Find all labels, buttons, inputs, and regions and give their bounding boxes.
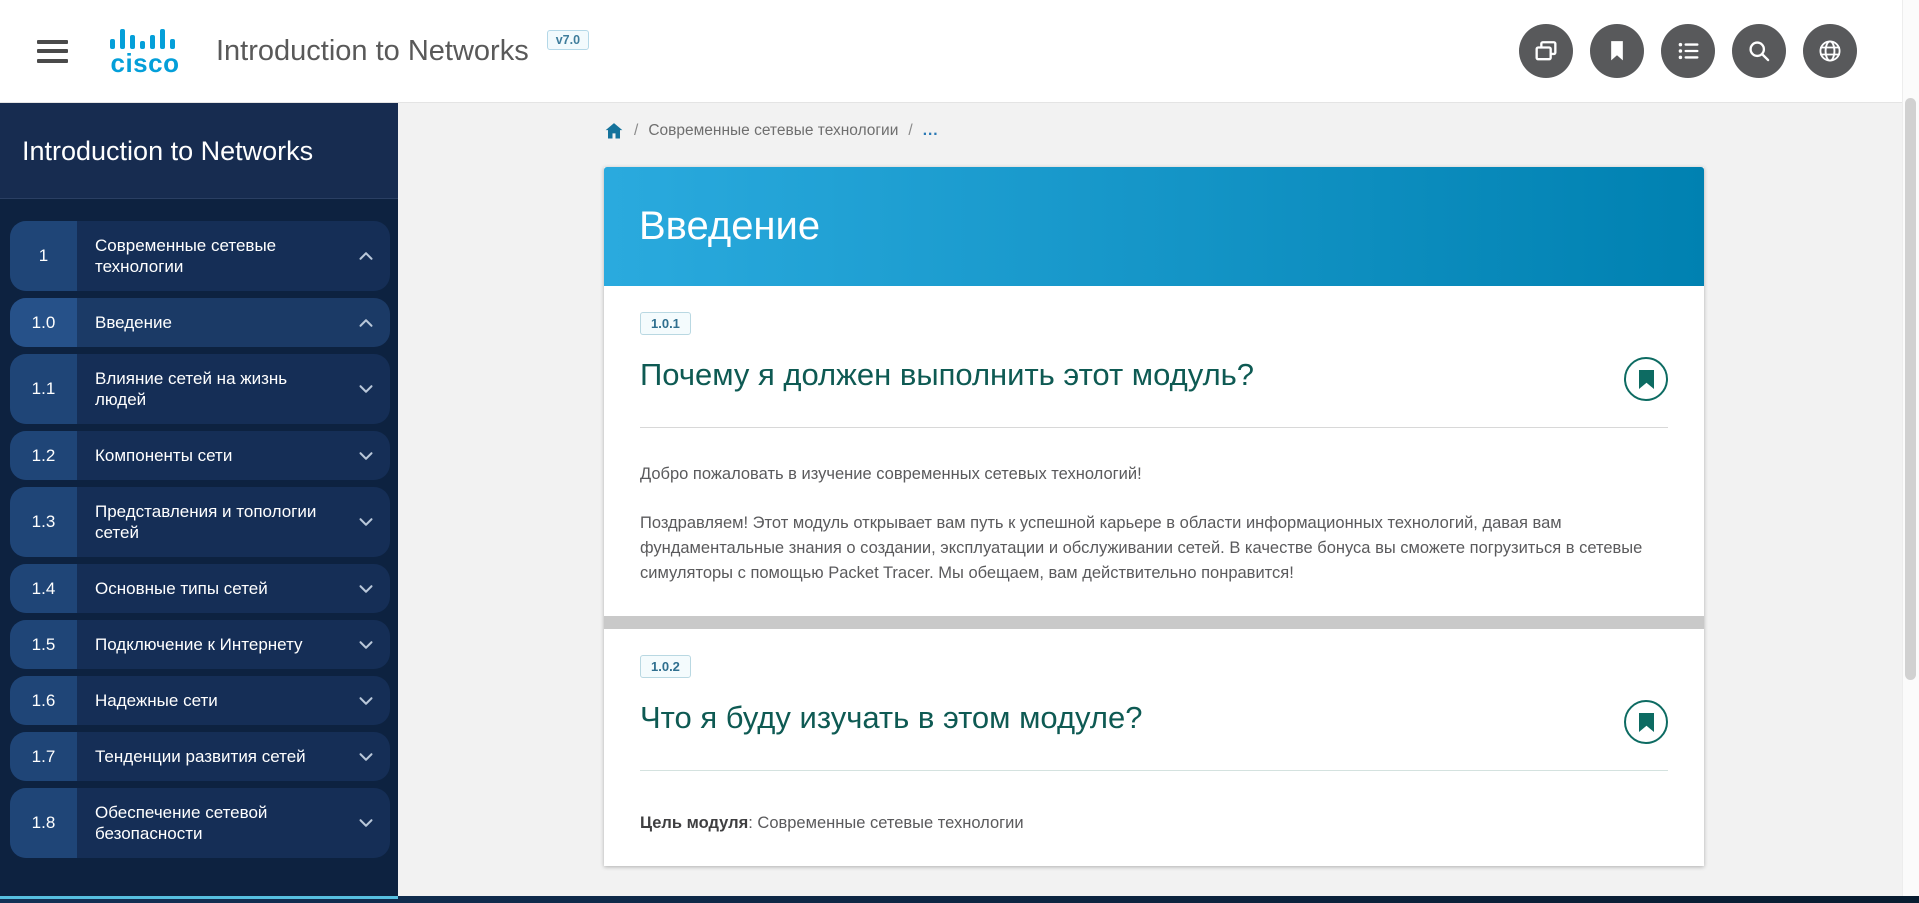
sidebar-item-1.2[interactable]: 1.2Компоненты сети <box>10 431 390 480</box>
bookmark-topic-button[interactable] <box>1624 357 1668 401</box>
item-label: Введение <box>77 298 342 347</box>
item-label: Обеспечение сетевой безопасности <box>77 788 342 858</box>
item-label: Надежные сети <box>77 676 342 725</box>
chevron-down-icon <box>342 620 390 669</box>
breadcrumb-separator: / <box>908 122 912 140</box>
sidebar-item-1.6[interactable]: 1.6Надежные сети <box>10 676 390 725</box>
cisco-wordmark: cisco <box>111 51 180 76</box>
topic-title: Почему я должен выполнить этот модуль? <box>640 357 1254 393</box>
sidebar-item-1.7[interactable]: 1.7Тенденции развития сетей <box>10 732 390 781</box>
lesson-banner-title: Введение <box>639 204 820 249</box>
chevron-down-icon <box>342 487 390 557</box>
sidebar-item-1.1[interactable]: 1.1Влияние сетей на жизнь людей <box>10 354 390 424</box>
item-label: Современные сетевые технологии <box>77 221 342 291</box>
bottom-bar <box>0 896 1919 903</box>
home-icon[interactable] <box>604 121 624 141</box>
item-label: Компоненты сети <box>77 431 342 480</box>
item-number: 1.2 <box>10 431 77 480</box>
chevron-up-icon <box>342 221 390 291</box>
lesson-card: Введение 1.0.1 Почему я должен выполнить… <box>604 167 1704 866</box>
item-number: 1.6 <box>10 676 77 725</box>
list-icon[interactable] <box>1661 24 1715 78</box>
item-number: 1.0 <box>10 298 77 347</box>
item-number: 1.5 <box>10 620 77 669</box>
chevron-down-icon <box>342 564 390 613</box>
bookmark-icon[interactable] <box>1590 24 1644 78</box>
item-number: 1 <box>10 221 77 291</box>
chevron-down-icon <box>342 354 390 424</box>
chevron-down-icon <box>342 431 390 480</box>
chevron-down-icon <box>342 788 390 858</box>
module-goal-label: Цель модуля <box>640 814 748 832</box>
sidebar-items: 1Современные сетевые технологии1.0Введен… <box>0 199 398 858</box>
item-label: Влияние сетей на жизнь людей <box>77 354 342 424</box>
heading-divider <box>640 427 1668 428</box>
app-header: cisco Introduction to Networks v7.0 <box>0 0 1919 103</box>
lesson-banner: Введение <box>604 167 1704 286</box>
item-label: Подключение к Интернету <box>77 620 342 669</box>
sidebar-item-1.8[interactable]: 1.8Обеспечение сетевой безопасности <box>10 788 390 858</box>
header-toolbar <box>1519 24 1857 78</box>
paragraph: Поздравляем! Этот модуль открывает вам п… <box>640 511 1652 586</box>
breadcrumb-separator: / <box>634 122 638 140</box>
course-title: Introduction to Networks <box>216 35 529 68</box>
page-scrollbar[interactable] <box>1902 0 1919 903</box>
item-number: 1.8 <box>10 788 77 858</box>
breadcrumb-ellipsis[interactable]: ... <box>923 122 939 140</box>
sidebar-item-1.4[interactable]: 1.4Основные типы сетей <box>10 564 390 613</box>
sidebar-item-1.0[interactable]: 1.0Введение <box>10 298 390 347</box>
item-label: Основные типы сетей <box>77 564 342 613</box>
search-icon[interactable] <box>1732 24 1786 78</box>
progress-indicator <box>0 896 398 899</box>
main-content: / Современные сетевые технологии / ... В… <box>398 103 1919 896</box>
section-divider <box>604 616 1704 629</box>
sidebar-course-title: Introduction to Networks <box>0 103 398 199</box>
breadcrumb-module[interactable]: Современные сетевые технологии <box>648 122 898 140</box>
module-goal-text: Цель модуля: Современные сетевые техноло… <box>640 811 1652 836</box>
item-label: Представления и топологии сетей <box>77 487 342 557</box>
item-number: 1.3 <box>10 487 77 557</box>
sidebar-item-1.3[interactable]: 1.3Представления и топологии сетей <box>10 487 390 557</box>
sidebar-item-1.5[interactable]: 1.5Подключение к Интернету <box>10 620 390 669</box>
chevron-up-icon <box>342 298 390 347</box>
item-label: Тенденции развития сетей <box>77 732 342 781</box>
item-number: 1.1 <box>10 354 77 424</box>
bookmark-topic-button[interactable] <box>1624 700 1668 744</box>
topic-section-1-0-2: 1.0.2 Что я буду изучать в этом модуле? … <box>604 629 1704 866</box>
item-number: 1.4 <box>10 564 77 613</box>
topic-number-badge: 1.0.2 <box>640 655 691 678</box>
paragraph: Добро пожаловать в изучение современных … <box>640 462 1652 487</box>
topic-section-1-0-1: 1.0.1 Почему я должен выполнить этот мод… <box>604 286 1704 616</box>
course-sidebar: Introduction to Networks 1Современные се… <box>0 103 398 896</box>
sidebar-item-1[interactable]: 1Современные сетевые технологии <box>10 221 390 291</box>
item-number: 1.7 <box>10 732 77 781</box>
breadcrumb: / Современные сетевые технологии / ... <box>604 121 1919 141</box>
topic-title: Что я буду изучать в этом модуле? <box>640 700 1142 736</box>
chevron-down-icon <box>342 676 390 725</box>
cisco-logo: cisco <box>108 27 182 76</box>
globe-icon[interactable] <box>1803 24 1857 78</box>
menu-icon[interactable] <box>37 34 68 68</box>
windows-icon[interactable] <box>1519 24 1573 78</box>
scrollbar-thumb[interactable] <box>1905 98 1916 680</box>
chevron-down-icon <box>342 732 390 781</box>
heading-divider <box>640 770 1668 771</box>
version-badge: v7.0 <box>547 30 589 50</box>
topic-number-badge: 1.0.1 <box>640 312 691 335</box>
